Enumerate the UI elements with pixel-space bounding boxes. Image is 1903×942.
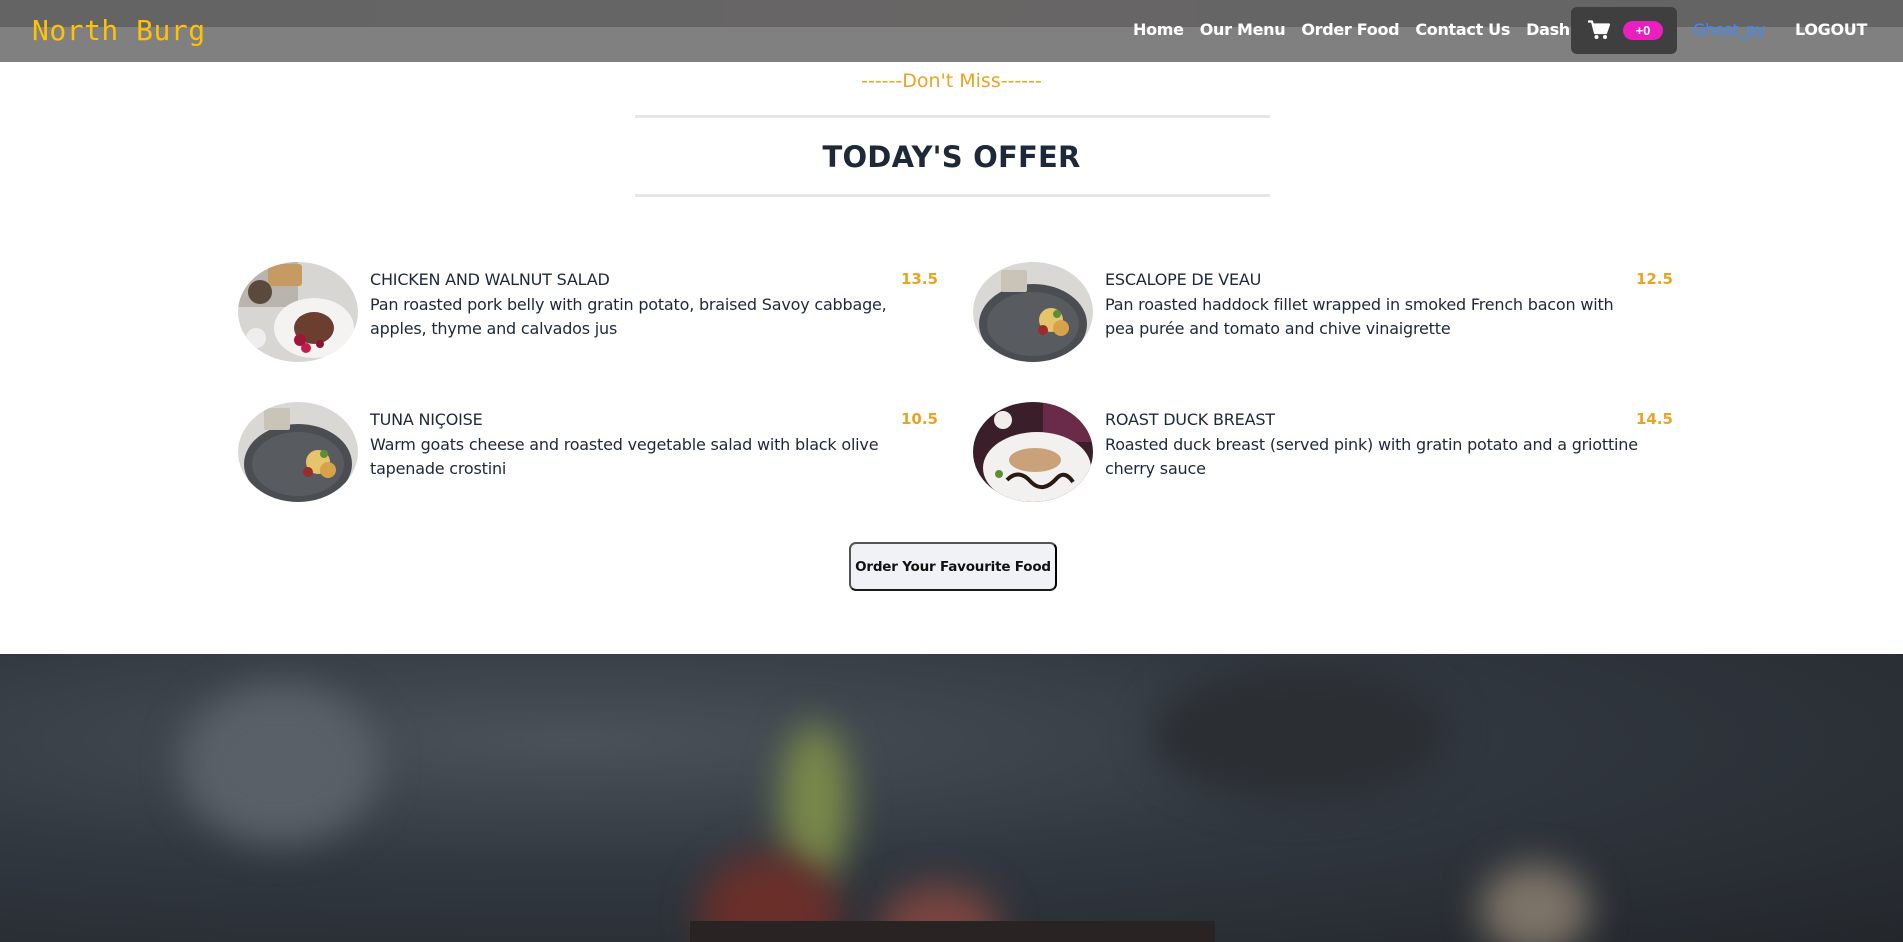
order-favourite-food-button[interactable]: Order Your Favourite Food	[849, 542, 1057, 591]
nav-our-menu[interactable]: Our Menu	[1200, 20, 1286, 39]
item-description: Warm goats cheese and roasted vegetable …	[370, 435, 879, 478]
item-name: ROAST DUCK BREAST	[1105, 410, 1275, 429]
divider-bottom	[635, 194, 1270, 197]
item-price: 10.5	[900, 410, 938, 428]
brand-logo[interactable]: North Burg	[32, 14, 206, 47]
background-food-photo	[0, 654, 1903, 942]
item-price: 14.5	[1635, 410, 1673, 428]
menu-item-roast-duck-breast[interactable]: ROAST DUCK BREAST 14.5 Roasted duck brea…	[973, 402, 1673, 502]
item-name: TUNA NIÇOISE	[370, 410, 483, 429]
item-description: Pan roasted pork belly with gratin potat…	[370, 295, 887, 338]
nav-home[interactable]: Home	[1133, 20, 1184, 39]
item-description: Pan roasted haddock fillet wrapped in sm…	[1105, 295, 1614, 338]
item-description: Roasted duck breast (served pink) with g…	[1105, 435, 1638, 478]
nav-links: Home Our Menu Order Food Contact Us Dash…	[1133, 20, 1637, 39]
logout-link[interactable]: LOGOUT	[1795, 20, 1867, 39]
item-price: 12.5	[1635, 270, 1673, 288]
cart-icon	[1588, 20, 1610, 39]
dish-photo	[973, 262, 1093, 362]
section-title: TODAY'S OFFER	[822, 140, 1081, 174]
section-kicker: ------Don't Miss------	[861, 70, 1042, 92]
item-name: ESCALOPE DE VEAU	[1105, 270, 1262, 289]
menu-item-tuna-nicoise[interactable]: TUNA NIÇOISE 10.5 Warm goats cheese and …	[238, 402, 938, 502]
nav-order-food[interactable]: Order Food	[1301, 20, 1399, 39]
cart-count-badge: +0	[1623, 21, 1663, 40]
dish-photo	[973, 402, 1093, 502]
nav-contact-us[interactable]: Contact Us	[1415, 20, 1510, 39]
cart-button[interactable]: +0	[1571, 7, 1677, 54]
item-name: CHICKEN AND WALNUT SALAD	[370, 270, 610, 289]
dish-photo	[238, 262, 358, 362]
menu-item-chicken-walnut-salad[interactable]: CHICKEN AND WALNUT SALAD 13.5 Pan roaste…	[238, 262, 938, 362]
user-profile-link[interactable]: Ghost_py	[1693, 20, 1765, 39]
hero-caption-panel	[690, 921, 1215, 942]
divider-top	[635, 115, 1270, 118]
menu-item-escalope-de-veau[interactable]: ESCALOPE DE VEAU 12.5 Pan roasted haddoc…	[973, 262, 1673, 362]
item-price: 13.5	[900, 270, 938, 288]
navbar: North Burg Home Our Menu Order Food Cont…	[0, 0, 1903, 62]
dish-photo	[238, 402, 358, 502]
